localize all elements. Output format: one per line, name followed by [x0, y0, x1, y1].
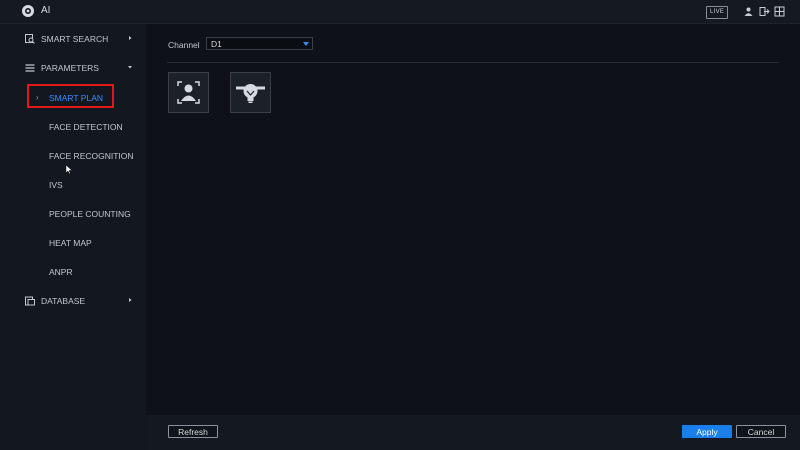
sidebar-item-ivs[interactable]: IVS	[49, 180, 63, 190]
top-bar: AI LIVE	[0, 0, 800, 24]
user-icon[interactable]	[743, 6, 754, 17]
list-icon	[25, 64, 35, 72]
sidebar-section-smart-search[interactable]: SMART SEARCH	[0, 24, 146, 53]
database-icon	[25, 296, 35, 306]
sidebar-item-heat-map[interactable]: HEAT MAP	[49, 238, 92, 248]
cancel-button[interactable]: Cancel	[736, 425, 786, 438]
refresh-button[interactable]: Refresh	[168, 425, 218, 438]
chevron-right-icon	[129, 298, 132, 302]
chevron-down-icon	[303, 42, 309, 46]
search-doc-icon	[25, 34, 35, 44]
chevron-down-icon	[128, 66, 132, 69]
live-button[interactable]: LIVE	[706, 6, 729, 19]
plan-smart-bulb-tile[interactable]	[230, 72, 271, 113]
sidebar-item-people-counting[interactable]: PEOPLE COUNTING	[49, 209, 131, 219]
divider	[167, 62, 779, 63]
smart-plan-bulb-icon	[236, 84, 265, 103]
sidebar-section-label: DATABASE	[41, 296, 86, 306]
grid-icon[interactable]	[774, 6, 785, 17]
sidebar-section-label: PARAMETERS	[41, 63, 99, 73]
sidebar-item-anpr[interactable]: ANPR	[49, 267, 73, 277]
camera-logo-icon	[22, 5, 34, 17]
sidebar-item-face-recognition[interactable]: FACE RECOGNITION	[49, 151, 134, 161]
channel-value: D1	[211, 39, 222, 49]
sidebar-item-face-detection[interactable]: FACE DETECTION	[49, 122, 123, 132]
app-title: AI	[41, 5, 51, 16]
mouse-cursor-icon	[66, 165, 73, 175]
sidebar-section-database[interactable]: DATABASE	[0, 286, 146, 315]
sidebar-section-parameters[interactable]: PARAMETERS	[0, 53, 146, 82]
sidebar-section-label: SMART SEARCH	[41, 34, 109, 44]
channel-label: Channel	[168, 40, 200, 50]
channel-select[interactable]: D1	[206, 37, 313, 50]
sidebar-item-smart-plan[interactable]: SMART PLAN	[49, 93, 103, 103]
apply-button[interactable]: Apply	[682, 425, 732, 438]
face-recognition-icon	[177, 81, 200, 104]
chevron-right-icon	[129, 36, 132, 40]
plan-face-recognition-tile[interactable]	[168, 72, 209, 113]
logout-icon[interactable]	[759, 6, 770, 17]
